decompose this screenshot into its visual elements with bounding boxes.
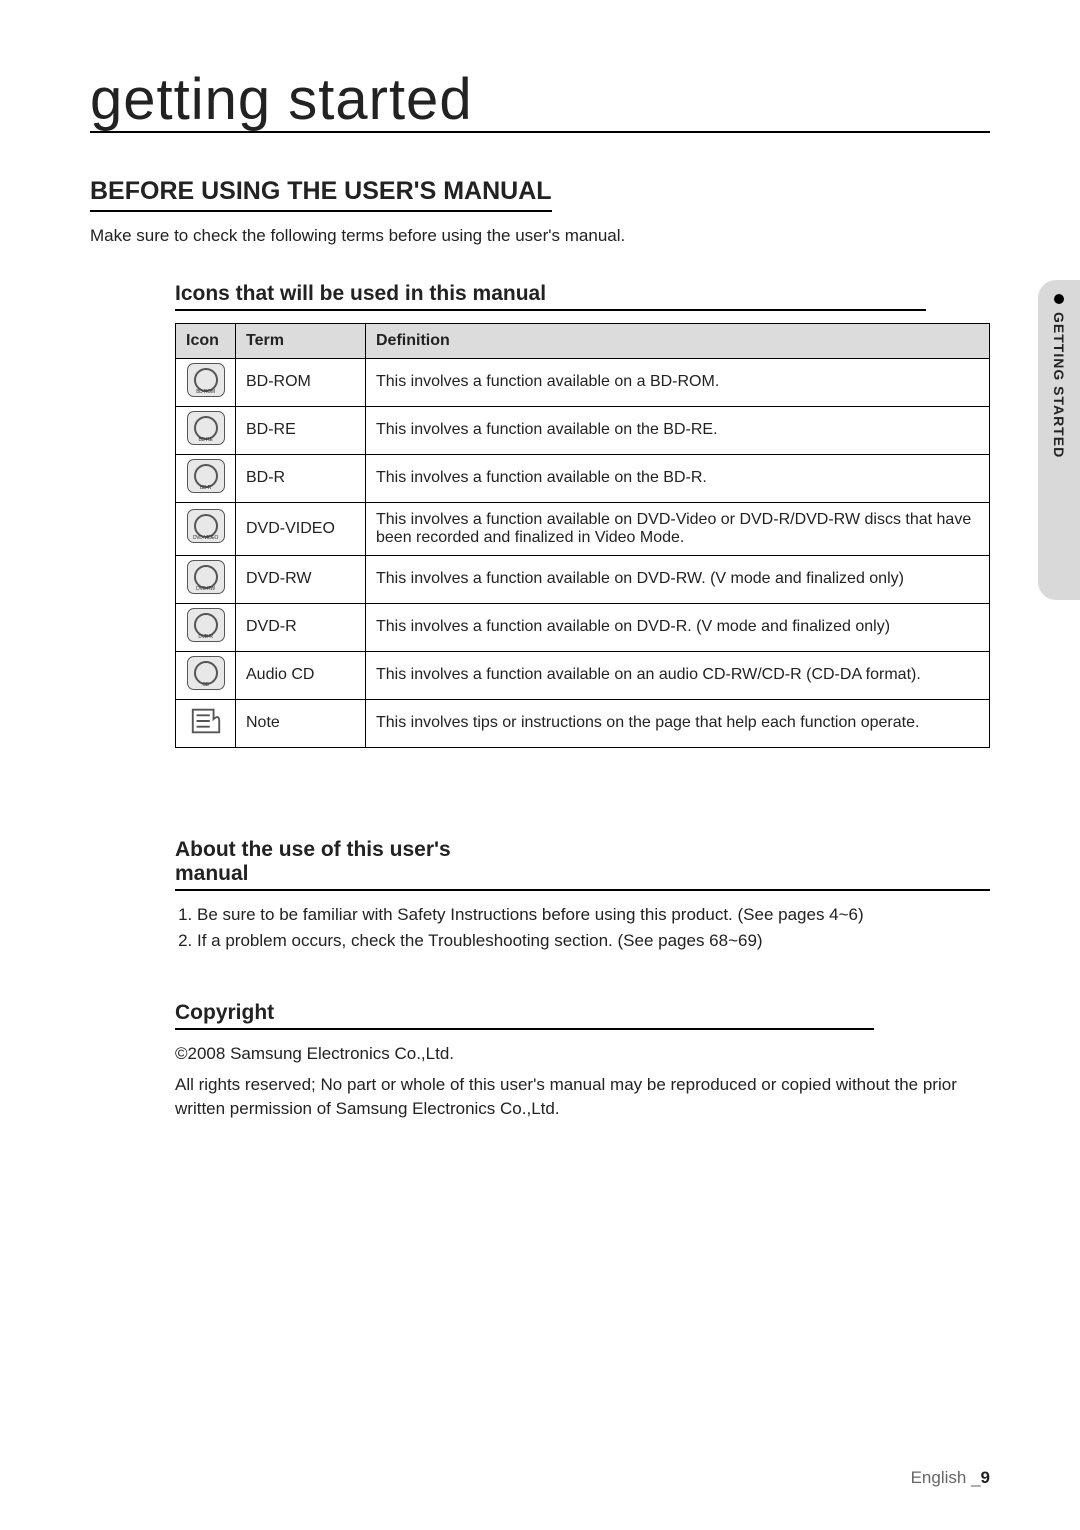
dvd-rw-icon [187, 560, 225, 594]
definition-cell: This involves a function available on th… [366, 406, 990, 454]
about-heading: About the use of this user's manual [175, 838, 990, 891]
table-row: DVD-RW This involves a function availabl… [176, 555, 990, 603]
side-section-tab: GETTING STARTED [1038, 280, 1080, 600]
list-item: If a problem occurs, check the Troublesh… [197, 931, 990, 951]
copyright-line1: ©2008 Samsung Electronics Co.,Ltd. [175, 1042, 990, 1067]
definition-cell: This involves a function available on a … [366, 358, 990, 406]
table-row: BD-RE This involves a function available… [176, 406, 990, 454]
term-cell: DVD-RW [236, 555, 366, 603]
bullet-icon [1054, 294, 1064, 304]
term-cell: DVD-VIDEO [236, 502, 366, 555]
section-heading-wrap: BEFORE USING THE USER'S MANUAL [90, 177, 990, 220]
table-row: BD-R This involves a function available … [176, 454, 990, 502]
bd-rom-icon [187, 363, 225, 397]
definition-cell: This involves a function available on DV… [366, 555, 990, 603]
copyright-line2: All rights reserved; No part or whole of… [175, 1073, 990, 1122]
title-rule: getting started [90, 70, 990, 133]
icons-heading: Icons that will be used in this manual [175, 282, 926, 311]
note-icon [187, 704, 225, 738]
dvd-video-icon [187, 509, 225, 543]
before-using-heading: BEFORE USING THE USER'S MANUAL [90, 177, 552, 212]
definition-cell: This involves a function available on an… [366, 651, 990, 699]
term-cell: DVD-R [236, 603, 366, 651]
about-list: Be sure to be familiar with Safety Instr… [175, 905, 990, 951]
page-number: 9 [981, 1468, 990, 1487]
dvd-r-icon [187, 608, 225, 642]
page-title: getting started [90, 70, 990, 131]
definition-cell: This involves a function available on th… [366, 454, 990, 502]
intro-text: Make sure to check the following terms b… [90, 226, 990, 246]
term-cell: Audio CD [236, 651, 366, 699]
term-cell: Note [236, 699, 366, 747]
table-header-row: Icon Term Definition [176, 323, 990, 358]
manual-page: getting started BEFORE USING THE USER'S … [0, 0, 1080, 1530]
bd-re-icon [187, 411, 225, 445]
about-section: About the use of this user's manual Be s… [175, 838, 990, 951]
term-cell: BD-RE [236, 406, 366, 454]
icons-section: Icons that will be used in this manual I… [175, 282, 990, 748]
icons-table: Icon Term Definition BD-ROM This involve… [175, 323, 990, 748]
page-footer: English _9 [911, 1468, 990, 1488]
footer-lang: English _ [911, 1468, 981, 1487]
copyright-section: Copyright ©2008 Samsung Electronics Co.,… [175, 1001, 990, 1122]
definition-cell: This involves tips or instructions on th… [366, 699, 990, 747]
term-cell: BD-R [236, 454, 366, 502]
col-term: Term [236, 323, 366, 358]
definition-cell: This involves a function available on DV… [366, 603, 990, 651]
copyright-heading: Copyright [175, 1001, 874, 1030]
side-tab-label: GETTING STARTED [1051, 312, 1067, 458]
col-icon: Icon [176, 323, 236, 358]
table-row: DVD-R This involves a function available… [176, 603, 990, 651]
bd-r-icon [187, 459, 225, 493]
definition-cell: This involves a function available on DV… [366, 502, 990, 555]
list-item: Be sure to be familiar with Safety Instr… [197, 905, 990, 925]
term-cell: BD-ROM [236, 358, 366, 406]
table-row: DVD-VIDEO This involves a function avail… [176, 502, 990, 555]
table-row: Note This involves tips or instructions … [176, 699, 990, 747]
col-definition: Definition [366, 323, 990, 358]
audio-cd-icon [187, 656, 225, 690]
table-row: BD-ROM This involves a function availabl… [176, 358, 990, 406]
table-row: Audio CD This involves a function availa… [176, 651, 990, 699]
